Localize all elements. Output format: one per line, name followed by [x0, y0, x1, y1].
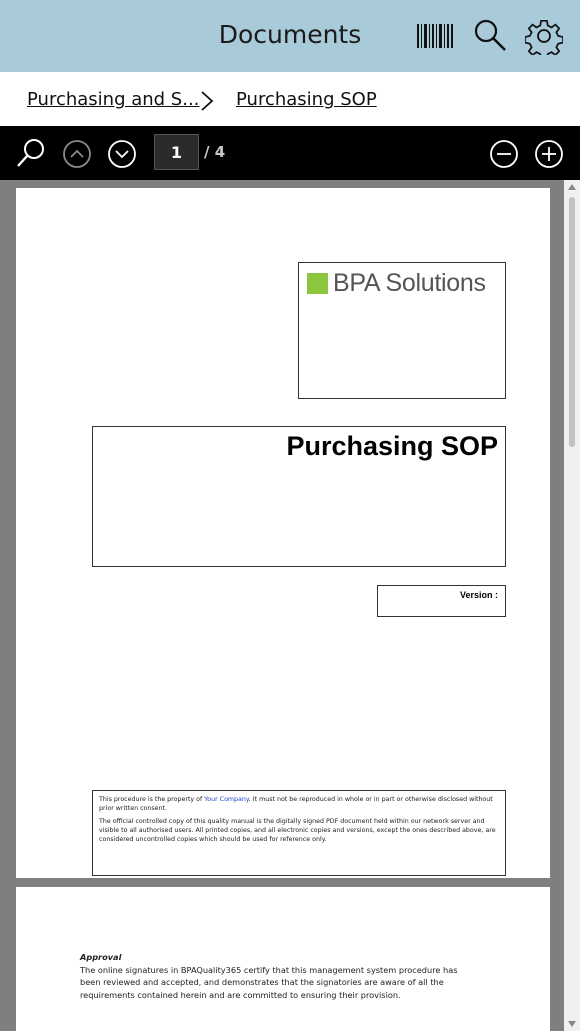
page-total-label: / 4	[204, 143, 226, 161]
pdf-toolbar: 1 / 4	[0, 126, 580, 180]
property-notice-box: This procedure is the property of Your C…	[92, 790, 506, 876]
logo-text: BPA Solutions	[333, 269, 486, 297]
version-box: Version :	[377, 585, 506, 617]
zoom-out-icon[interactable]	[488, 138, 520, 170]
breadcrumb-item-folder[interactable]: Purchasing and S...	[27, 89, 199, 110]
company-name: Your Company	[204, 796, 249, 803]
pdf-viewer[interactable]: BPA Solutions Purchasing SOP Version : T…	[0, 180, 580, 1031]
app-header: Documents	[0, 0, 580, 72]
page-number-input[interactable]: 1	[154, 134, 199, 170]
property-notice: This procedure is the property of Your C…	[99, 796, 493, 812]
breadcrumb: Purchasing and S... Purchasing SOP	[0, 72, 580, 126]
app-window: Documents Purchasing and S... Purchasing…	[0, 0, 580, 1031]
approval-section: Approval The online signatures in BPAQua…	[80, 951, 480, 1001]
pdf-page-2: Approval The online signatures in BPAQua…	[16, 887, 550, 1031]
approval-text: The online signatures in BPAQuality365 c…	[80, 964, 458, 1000]
barcode-icon[interactable]	[415, 16, 455, 56]
breadcrumb-item-document[interactable]: Purchasing SOP	[236, 89, 377, 110]
controlled-copy-notice: The official controlled copy of this qua…	[99, 818, 496, 843]
scrollbar-thumb[interactable]	[569, 197, 575, 447]
document-title-box: Purchasing SOP	[92, 426, 506, 567]
company-logo: BPA Solutions	[298, 262, 506, 399]
zoom-in-icon[interactable]	[533, 138, 565, 170]
logo-square-icon	[307, 273, 328, 294]
vertical-scrollbar[interactable]	[564, 180, 580, 1031]
pdf-page-1: BPA Solutions Purchasing SOP Version : T…	[16, 188, 550, 878]
next-page-icon[interactable]	[106, 138, 138, 170]
page-title: Documents	[218, 20, 362, 49]
search-icon[interactable]	[470, 16, 510, 56]
scroll-down-arrow-icon[interactable]	[568, 1021, 576, 1027]
scroll-up-arrow-icon[interactable]	[568, 184, 576, 190]
pdf-search-icon[interactable]	[15, 137, 47, 169]
version-label: Version :	[459, 590, 498, 600]
document-title: Purchasing SOP	[286, 431, 498, 461]
approval-title: Approval	[80, 952, 122, 962]
settings-icon[interactable]	[524, 16, 564, 56]
chevron-right-icon	[200, 90, 214, 117]
previous-page-icon[interactable]	[61, 138, 93, 170]
